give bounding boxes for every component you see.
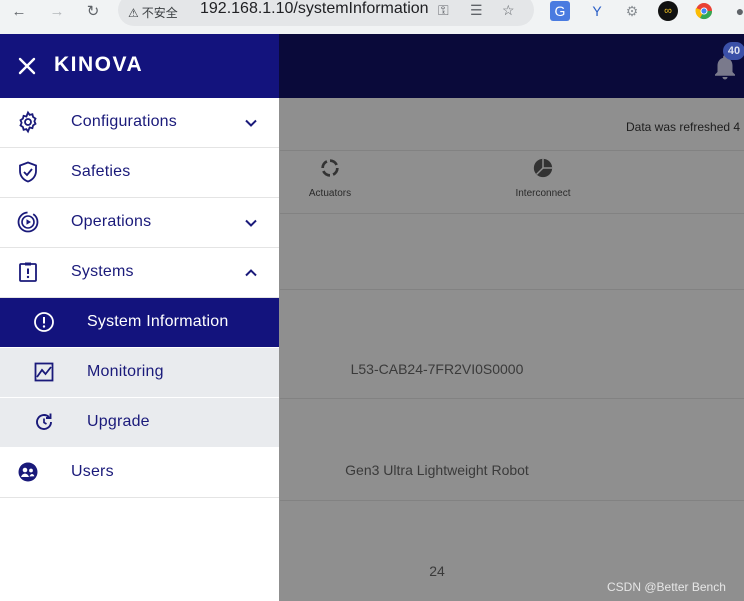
menu-item-label: Users (71, 463, 114, 480)
security-indicator[interactable]: ⚠ 不安全 (128, 4, 178, 21)
chart-icon (34, 362, 54, 382)
model-value: Gen3 Ultra Lightweight Robot (345, 462, 529, 478)
menu-item-label: Configurations (71, 113, 177, 130)
chevron-up-icon[interactable] (243, 265, 259, 281)
warning-triangle-icon: ⚠ (128, 5, 139, 20)
menu-item-label: Safeties (71, 163, 131, 180)
menu-item-label: Systems (71, 263, 134, 280)
clipboard-alert-icon (19, 262, 37, 282)
kinova-logo: KINOVA (54, 53, 143, 74)
star-icon[interactable]: ☆ (502, 2, 515, 19)
row-divider (280, 500, 744, 501)
extension-y-icon[interactable]: Y (587, 1, 607, 21)
tab-actuators[interactable]: Actuators (270, 157, 390, 199)
users-icon (18, 462, 38, 482)
menu-item-label: Upgrade (87, 413, 150, 430)
profile-icon[interactable]: ● (730, 1, 744, 21)
menu-item-users[interactable]: Users (0, 448, 279, 498)
menu-item-label: System Information (87, 313, 229, 330)
menu-item-monitoring[interactable]: Monitoring (0, 348, 279, 397)
chrome-extension-icon[interactable] (694, 1, 714, 21)
serial-number-value: L53-CAB24-7FR2VI0S0000 (350, 361, 524, 377)
shield-icon (19, 161, 37, 183)
actuator-ring-icon (321, 159, 339, 177)
menu-item-systems[interactable]: Systems (0, 248, 279, 298)
menu-item-operations[interactable]: Operations (0, 198, 279, 248)
tab-interconnect-label: Interconnect (515, 188, 571, 199)
count-value: 24 (429, 563, 445, 579)
close-icon[interactable] (16, 55, 38, 77)
row-divider (280, 398, 744, 399)
translate-extension-icon[interactable]: G (550, 1, 570, 21)
side-drawer: KINOVA Configurations Safeties Operation… (0, 34, 279, 601)
menu-item-safeties[interactable]: Safeties (0, 148, 279, 198)
system-tabs: Actuators Interconnect (280, 150, 744, 214)
notification-badge[interactable]: 40 (723, 42, 744, 60)
refresh-status: Data was refreshed 4 (626, 120, 741, 134)
drawer-header: KINOVA (0, 34, 279, 98)
address-bar[interactable]: ⚠ 不安全 192.168.1.10/systemInformation ⚿ ☰… (118, 0, 534, 26)
forward-arrow-icon[interactable]: → (46, 0, 68, 22)
menu-item-label: Operations (71, 213, 152, 230)
key-icon[interactable]: ⚿ (438, 2, 449, 19)
tab-interconnect[interactable]: Interconnect (483, 157, 603, 199)
logo-text: KINOVA (54, 53, 143, 74)
row-divider (280, 289, 744, 290)
reload-icon[interactable]: ↻ (82, 0, 104, 22)
info-circle-icon (34, 312, 54, 332)
menu-item-label: Monitoring (87, 363, 164, 380)
translate-icon[interactable]: ☰ (470, 2, 483, 19)
refresh-icon (36, 413, 52, 430)
browser-toolbar: ← → ↻ ⚠ 不安全 192.168.1.10/systemInformati… (0, 0, 744, 34)
chevron-down-icon[interactable] (243, 215, 259, 231)
extension-infinity-icon[interactable]: ∞ (658, 1, 678, 21)
menu-item-system-information[interactable]: System Information (0, 298, 279, 347)
extension-gear-icon[interactable]: ⚙ (622, 1, 642, 21)
watermark: CSDN @Better Bench (607, 580, 726, 594)
menu-item-upgrade[interactable]: Upgrade (0, 398, 279, 447)
menu-item-configurations[interactable]: Configurations (0, 98, 279, 148)
gear-icon (19, 110, 37, 134)
tab-actuators-label: Actuators (308, 188, 352, 199)
back-arrow-icon[interactable]: ← (8, 0, 30, 22)
url-text[interactable]: 192.168.1.10/systemInformation (200, 0, 429, 18)
interconnect-pie-icon (533, 158, 553, 178)
security-label: 不安全 (141, 6, 178, 20)
chevron-down-icon[interactable] (243, 115, 259, 131)
play-circle-icon (17, 211, 39, 233)
